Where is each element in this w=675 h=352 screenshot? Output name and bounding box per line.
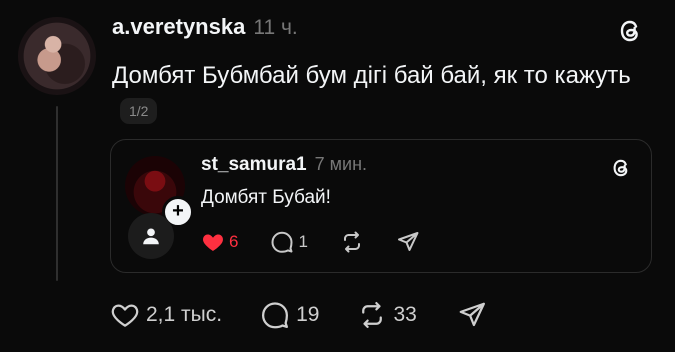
thread-line: [56, 106, 58, 281]
quoted-post-time: 7 мин.: [314, 154, 368, 174]
quoted-like-button[interactable]: 6: [201, 230, 238, 254]
threads-logo-icon[interactable]: [615, 16, 645, 46]
share-button[interactable]: [457, 300, 487, 330]
repost-icon: [343, 231, 360, 253]
author-username[interactable]: a.veretynska: [112, 14, 245, 40]
post-body: Домбят Бубмбай бум дігі бай бай, як то к…: [112, 58, 632, 130]
profile-placeholder-button[interactable]: [128, 213, 174, 259]
heart-icon: [111, 304, 139, 327]
post-text: Домбят Бубмбай бум дігі бай бай, як то к…: [112, 62, 631, 89]
post-actions-bar: 2,1 тыс. 19 33: [110, 300, 487, 330]
person-icon: [143, 228, 159, 245]
quoted-post-text: Домбят Бубай!: [201, 187, 331, 208]
quoted-share-button[interactable]: [396, 230, 420, 254]
quoted-reply-count: 1: [298, 232, 308, 251]
page-indicator-badge: 1/2: [120, 97, 158, 124]
post-time: 11 ч.: [253, 16, 298, 39]
like-button[interactable]: 2,1 тыс.: [110, 300, 222, 330]
quoted-post-actions: 6 1: [201, 230, 452, 254]
author-avatar[interactable]: [18, 17, 96, 95]
like-count: 2,1 тыс.: [146, 303, 223, 326]
reply-count: 19: [296, 303, 320, 326]
repost-icon: [362, 302, 383, 328]
repost-count: 33: [393, 303, 417, 326]
heart-filled-icon: [203, 234, 223, 251]
quoted-reply-button[interactable]: 1: [270, 230, 308, 254]
quoted-post-header: st_samura1 7 мин.: [201, 154, 367, 176]
comment-icon: [271, 231, 293, 253]
quoted-like-count: 6: [229, 232, 239, 251]
send-icon: [397, 232, 419, 251]
repost-button[interactable]: 33: [357, 300, 417, 330]
post-header: a.veretynska 11 ч.: [112, 14, 298, 40]
quoted-author-username[interactable]: st_samura1: [201, 154, 307, 176]
threads-logo-icon: [613, 159, 628, 177]
quoted-repost-button[interactable]: [340, 230, 364, 254]
send-icon: [459, 302, 485, 327]
reply-button[interactable]: 19: [260, 300, 319, 330]
comment-icon: [262, 302, 289, 329]
